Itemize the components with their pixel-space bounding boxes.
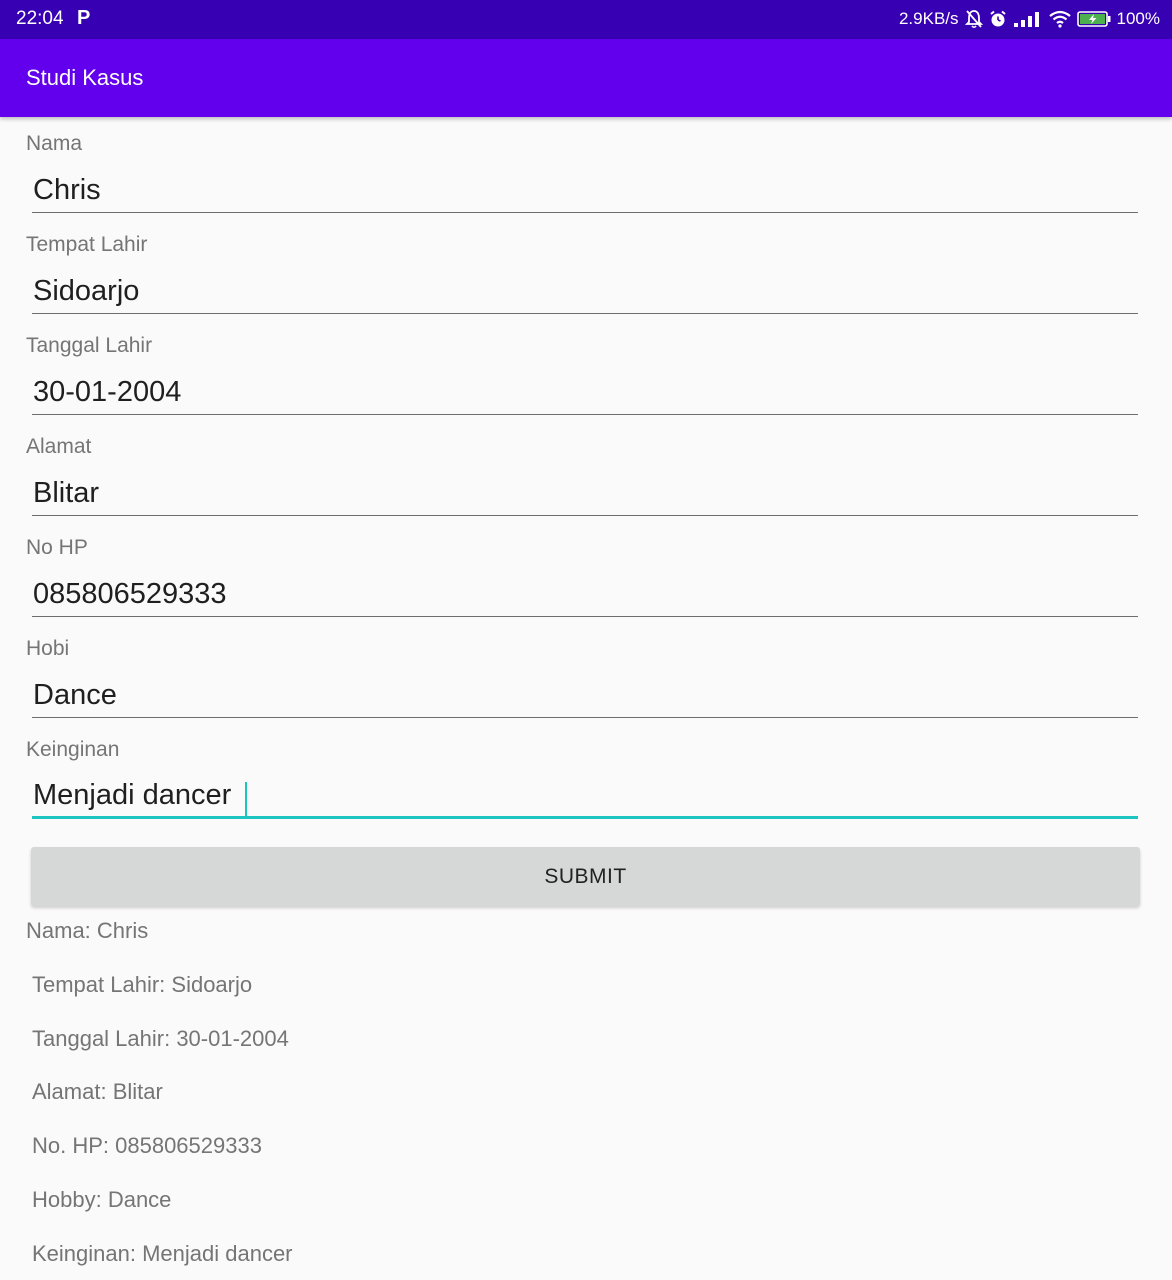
status-time: 22:04 (16, 8, 64, 29)
field-alamat: Alamat (0, 420, 1172, 521)
app-bar: Studi Kasus (0, 39, 1172, 117)
battery-charging-icon (1076, 11, 1111, 27)
field-label: Keinginan (26, 738, 120, 761)
tempat-lahir-input[interactable] (32, 270, 1138, 314)
p-icon: P (77, 7, 91, 29)
result-no-hp: No. HP: 085806529333 (32, 1133, 262, 1158)
no-hp-input[interactable] (32, 573, 1138, 617)
app-title: Studi Kasus (26, 65, 144, 90)
submit-button[interactable]: SUBMIT (31, 847, 1140, 906)
wifi-icon (1048, 10, 1071, 28)
text-cursor (245, 782, 247, 819)
field-hobi: Hobi (0, 622, 1172, 723)
result-tempat-lahir: Tempat Lahir: Sidoarjo (32, 972, 253, 997)
field-label: Tempat Lahir (26, 233, 148, 256)
field-label: Hobi (26, 637, 70, 660)
tanggal-lahir-input[interactable] (32, 371, 1138, 415)
field-label: Nama (26, 132, 83, 155)
result-hobby: Hobby: Dance (32, 1187, 172, 1212)
field-tempat-lahir: Tempat Lahir (0, 218, 1172, 319)
field-no-hp: No HP (0, 521, 1172, 622)
net-speed: 2.9KB/s (898, 9, 959, 28)
result-alamat: Alamat: Blitar (32, 1079, 163, 1104)
result-keinginan: Keinginan: Menjadi dancer (32, 1241, 293, 1266)
status-bar: 22:04 P 2.9KB/s 100% (0, 0, 1172, 39)
status-icons: 2.9KB/s 100% (899, 6, 1160, 32)
field-tanggal-lahir: Tanggal Lahir (0, 319, 1172, 420)
battery-percent: 100% (1116, 9, 1160, 28)
field-label: No HP (26, 536, 88, 559)
alarm-icon (989, 10, 1006, 27)
bell-off-icon (964, 10, 983, 29)
result-nama: Nama: Chris (26, 918, 149, 943)
field-nama: Nama (0, 117, 1172, 218)
hobi-input[interactable] (32, 674, 1138, 718)
field-keinginan: Keinginan (0, 723, 1172, 824)
keinginan-input[interactable] (32, 775, 1138, 819)
field-label: Alamat (26, 435, 92, 458)
alamat-input[interactable] (32, 472, 1138, 516)
nama-input[interactable] (32, 169, 1138, 213)
signal-icon (1013, 12, 1039, 27)
result-tanggal-lahir: Tanggal Lahir: 30-01-2004 (32, 1026, 289, 1051)
field-label: Tanggal Lahir (26, 334, 153, 357)
